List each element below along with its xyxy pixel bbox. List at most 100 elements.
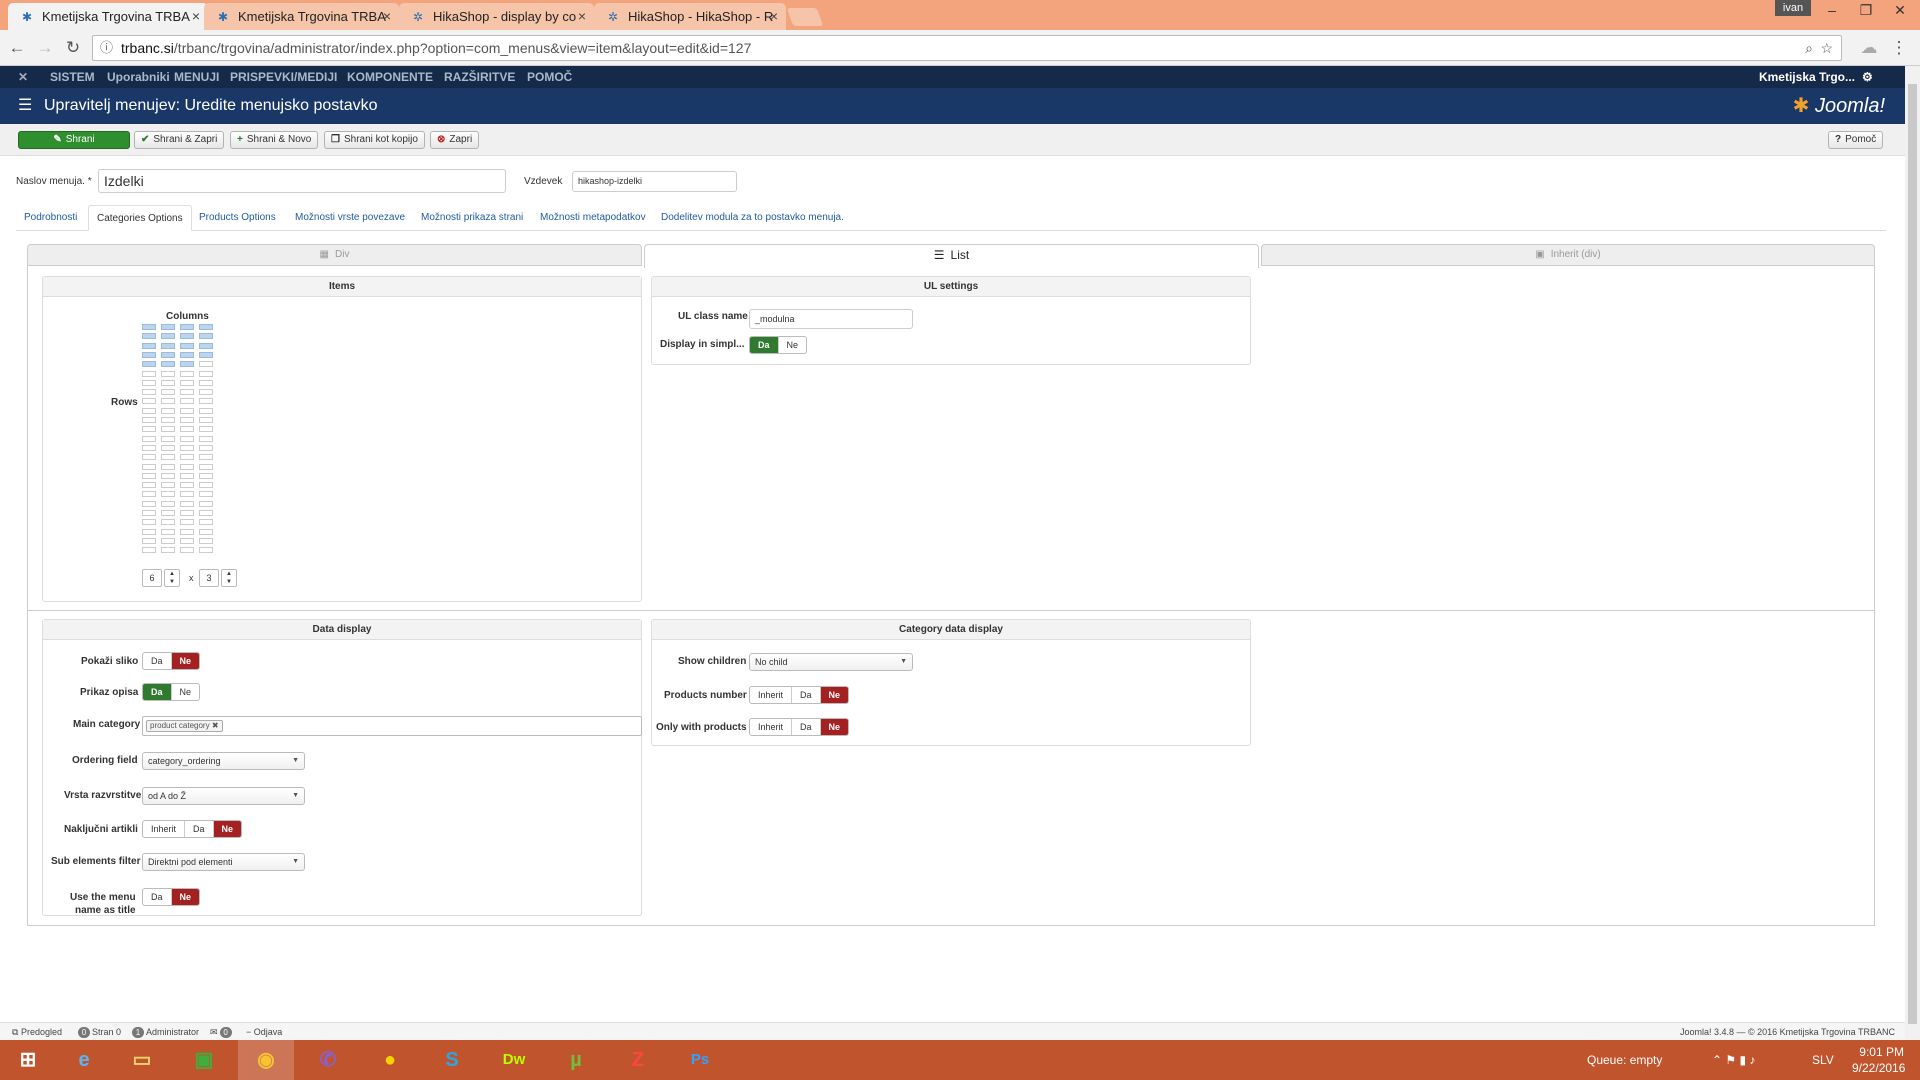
help-button[interactable]: ? Pomoč	[1828, 131, 1884, 149]
gear-icon[interactable]: ⚙	[1862, 66, 1873, 88]
grid-cell[interactable]	[199, 537, 213, 544]
nakljucni-inherit[interactable]: Inherit	[143, 821, 186, 837]
grid-cell[interactable]	[199, 324, 213, 330]
page-scrollbar[interactable]	[1905, 66, 1920, 1040]
chrome-menu-icon[interactable]: ⋮	[1888, 37, 1910, 59]
alias-input[interactable]: hikashop-izdelki	[572, 171, 737, 192]
grid-cell[interactable]	[161, 342, 175, 349]
tab-categories-options[interactable]: Categories Options	[88, 205, 192, 231]
grid-cell[interactable]	[180, 537, 194, 544]
grid-cell[interactable]	[199, 547, 213, 554]
grid-cell[interactable]	[142, 361, 156, 368]
grid-cell[interactable]	[199, 407, 213, 414]
grid-cell[interactable]	[161, 454, 175, 461]
nakljucni-ne[interactable]: Ne	[213, 821, 242, 837]
tab-moznosti-metapodatkov[interactable]: Možnosti metapodatkov	[532, 205, 654, 231]
columns-stepper[interactable]: ▲ ▼	[221, 569, 237, 587]
rows-stepper[interactable]: ▲ ▼	[164, 569, 180, 587]
grid-cell[interactable]	[142, 472, 156, 479]
grid-cell[interactable]	[142, 351, 156, 358]
grid-cell[interactable]	[180, 472, 194, 479]
grid-cell[interactable]	[161, 407, 175, 414]
grid-cell[interactable]	[180, 407, 194, 414]
forward-icon[interactable]: →	[34, 37, 56, 59]
grid-cell[interactable]	[161, 351, 175, 358]
rows-columns-grid[interactable]	[142, 324, 218, 557]
grid-cell[interactable]	[199, 370, 213, 377]
grid-cell[interactable]	[142, 333, 156, 340]
grid-cell[interactable]	[199, 398, 213, 405]
grid-cell[interactable]	[161, 482, 175, 489]
close-tab-icon[interactable]: ×	[383, 3, 391, 30]
save-copy-button[interactable]: ❐ Shrani kot kopijo	[324, 131, 425, 149]
grid-cell[interactable]	[161, 389, 175, 396]
bookmark-star-icon[interactable]: ☆	[1820, 36, 1833, 60]
tab-products-options[interactable]: Products Options	[191, 205, 284, 231]
grid-cell[interactable]	[142, 537, 156, 544]
menu-razsiritve[interactable]: RAZŠIRITVE	[444, 66, 515, 88]
grid-cell[interactable]	[161, 426, 175, 433]
use-menu-ne[interactable]: Ne	[171, 889, 200, 905]
menu-sistem[interactable]: SISTEM	[50, 66, 95, 88]
nakljucni-da[interactable]: Da	[185, 821, 214, 837]
grid-cell[interactable]	[161, 472, 175, 479]
dreamweaver-icon[interactable]: Dw	[486, 1040, 542, 1080]
store-icon[interactable]: ▣	[176, 1040, 232, 1080]
chrome-user-badge[interactable]: ivan	[1775, 0, 1811, 16]
main-category-tag[interactable]: product category ✖	[146, 720, 223, 732]
tab-moznosti-vrste-povezave[interactable]: Možnosti vrste povezave	[287, 205, 413, 231]
save-close-button[interactable]: ✔ Shrani & Zapri	[134, 131, 225, 149]
grid-cell[interactable]	[180, 333, 194, 340]
show-children-select[interactable]: No child ▼	[749, 653, 913, 671]
grid-cell[interactable]	[180, 528, 194, 535]
grid-cell[interactable]	[199, 519, 213, 526]
menu-menuji[interactable]: MENUJI	[174, 66, 219, 88]
only-with-products-ne[interactable]: Ne	[820, 719, 849, 735]
grid-cell[interactable]	[180, 454, 194, 461]
grid-cell[interactable]	[199, 417, 213, 423]
grid-cell[interactable]	[142, 491, 156, 498]
close-window-icon[interactable]: ✕	[1883, 0, 1917, 22]
grid-cell[interactable]	[161, 463, 175, 470]
grid-cell[interactable]	[142, 324, 156, 330]
grid-cell[interactable]	[199, 426, 213, 433]
grid-cell[interactable]	[161, 417, 175, 423]
maximize-icon[interactable]: ❐	[1849, 0, 1883, 22]
tab-dodelitev-modula[interactable]: Dodelitev modula za to postavko menuja.	[653, 205, 852, 231]
grid-cell[interactable]	[161, 547, 175, 554]
language-indicator[interactable]: SLV	[1812, 1040, 1834, 1080]
chrome-icon[interactable]: ◉	[238, 1040, 294, 1080]
grid-cell[interactable]	[142, 547, 156, 554]
pokazi-sliko-toggle[interactable]: Da Ne	[142, 652, 201, 670]
products-number-ne[interactable]: Ne	[820, 687, 849, 703]
ordering-field-select[interactable]: category_ordering ▼	[142, 752, 305, 770]
prikaz-opisa-ne[interactable]: Ne	[172, 684, 200, 700]
use-menu-name-toggle[interactable]: Da Ne	[142, 888, 201, 906]
grid-cell[interactable]	[199, 379, 213, 386]
grid-cell[interactable]	[180, 482, 194, 489]
close-tab-icon[interactable]: ×	[578, 3, 586, 30]
grid-cell[interactable]	[142, 482, 156, 489]
browser-tab-4[interactable]: ✲ HikaShop - HikaShop - R ×	[594, 3, 786, 30]
grid-cell[interactable]	[199, 454, 213, 461]
only-with-products-toggle[interactable]: Inherit Da Ne	[749, 718, 850, 736]
utorrent-icon[interactable]: µ	[548, 1040, 604, 1080]
extension-icon[interactable]: ☁	[1858, 37, 1880, 59]
grid-cell[interactable]	[161, 361, 175, 368]
viber-icon[interactable]: ✆	[300, 1040, 356, 1080]
grid-cell[interactable]	[199, 444, 213, 451]
back-icon[interactable]: ←	[6, 37, 28, 59]
grid-cell[interactable]	[180, 342, 194, 349]
grid-cell[interactable]	[180, 463, 194, 470]
internet-explorer-icon[interactable]: e	[56, 1040, 112, 1080]
browser-tab-3[interactable]: ✲ HikaShop - display by co ×	[399, 3, 594, 30]
nakljucni-artikli-toggle[interactable]: Inherit Da Ne	[142, 820, 243, 838]
tray-icons[interactable]: ⌃ ⚑ ▮ ♪	[1712, 1040, 1755, 1080]
joomla-logo-icon[interactable]: ✕	[18, 66, 28, 88]
grid-cell[interactable]	[180, 389, 194, 396]
menu-komponente[interactable]: KOMPONENTE	[347, 66, 433, 88]
grid-cell[interactable]	[142, 444, 156, 451]
preview-link[interactable]: ⧉ Predogled	[12, 1023, 62, 1041]
grid-cell[interactable]	[180, 519, 194, 526]
tab-podrobnosti[interactable]: Podrobnosti	[16, 205, 85, 231]
